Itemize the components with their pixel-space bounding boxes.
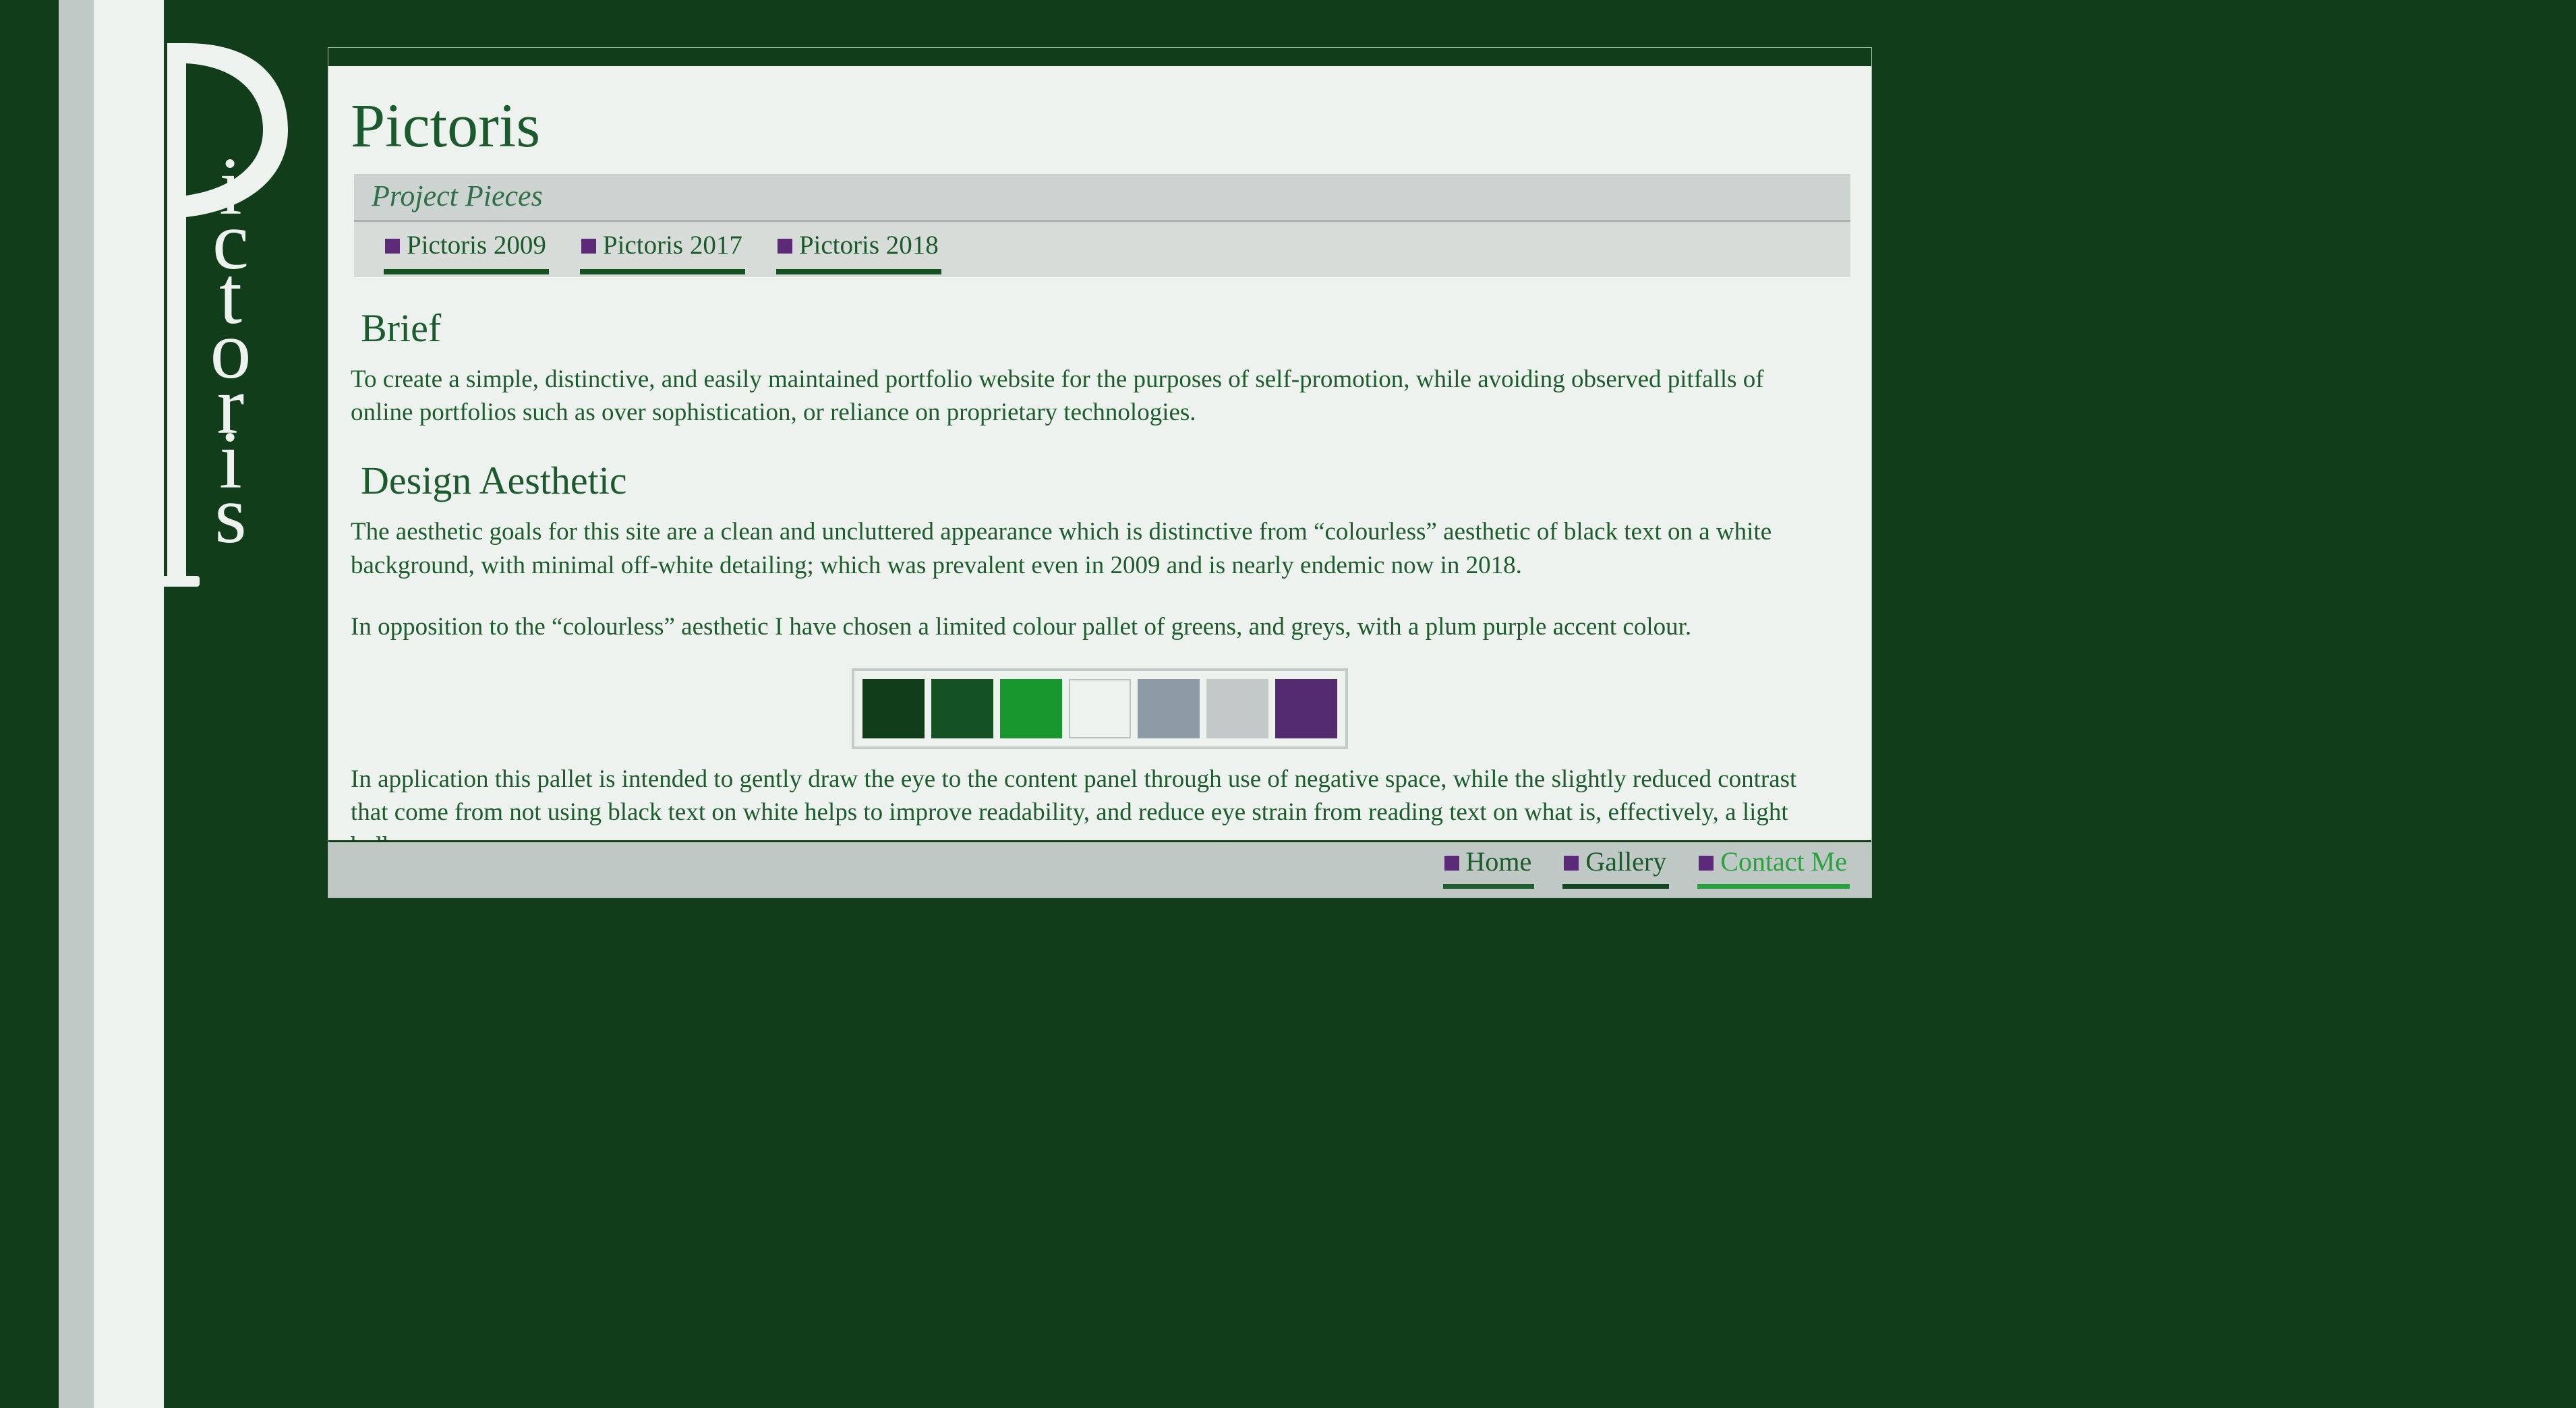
page-title: Pictoris bbox=[351, 94, 1871, 156]
logo-letter: s bbox=[190, 488, 271, 542]
palette-swatch-dark-green bbox=[931, 679, 993, 738]
project-pieces-nav: Pictoris 2009 Pictoris 2017 Pictoris 2018 bbox=[354, 222, 1850, 277]
project-link-label: Pictoris 2018 bbox=[799, 231, 939, 260]
footer-link-gallery[interactable]: Gallery bbox=[1562, 847, 1669, 889]
square-bullet-icon bbox=[581, 239, 596, 254]
project-link-pictoris-2009[interactable]: Pictoris 2009 bbox=[384, 230, 549, 274]
square-bullet-icon bbox=[1564, 856, 1579, 871]
project-link-pictoris-2018[interactable]: Pictoris 2018 bbox=[776, 230, 941, 274]
square-bullet-icon bbox=[1444, 856, 1459, 871]
footer-link-label: Home bbox=[1466, 846, 1532, 877]
footer-link-label: Gallery bbox=[1585, 846, 1666, 877]
site-logo: ictoris bbox=[162, 39, 337, 646]
colour-palette bbox=[852, 668, 1348, 749]
brief-paragraph: To create a simple, distinctive, and eas… bbox=[351, 363, 1807, 430]
logo-letters: ictoris bbox=[190, 159, 271, 542]
palette-swatch-bright-green bbox=[1000, 679, 1062, 738]
design-paragraph-1: The aesthetic goals for this site are a … bbox=[351, 515, 1807, 582]
content-panel: Pictoris Project Pieces Pictoris 2009Pic… bbox=[328, 47, 1872, 898]
project-link-label: Pictoris 2009 bbox=[407, 231, 546, 260]
footer-link-home[interactable]: Home bbox=[1443, 847, 1535, 889]
project-pieces-label: Project Pieces bbox=[354, 174, 1850, 220]
brief-heading: Brief bbox=[361, 308, 1871, 349]
square-bullet-icon bbox=[385, 239, 400, 254]
footer-link-label: Contact Me bbox=[1720, 846, 1847, 877]
design-paragraph-2: In opposition to the “colourless” aesthe… bbox=[351, 610, 1807, 644]
design-aesthetic-heading: Design Aesthetic bbox=[361, 461, 1871, 502]
left-grey-stripe bbox=[59, 0, 94, 1408]
palette-swatch-off-white bbox=[1069, 679, 1131, 738]
footer-link-contact-me[interactable]: Contact Me bbox=[1697, 847, 1850, 889]
project-pieces-widget: Project Pieces Pictoris 2009 Pictoris 201… bbox=[354, 174, 1850, 277]
footer-nav: Home Gallery Contact Me bbox=[328, 840, 1871, 898]
palette-swatch-very-dark-green bbox=[862, 679, 925, 738]
square-bullet-icon bbox=[1699, 856, 1714, 871]
project-link-label: Pictoris 2017 bbox=[603, 231, 742, 260]
left-offwhite-stripe bbox=[94, 0, 164, 1408]
project-link-pictoris-2017[interactable]: Pictoris 2017 bbox=[580, 230, 745, 274]
palette-swatch-plum-purple bbox=[1275, 679, 1337, 738]
palette-swatch-blue-grey bbox=[1138, 679, 1200, 738]
palette-swatch-light-grey bbox=[1206, 679, 1268, 738]
panel-top-strip bbox=[328, 48, 1871, 66]
square-bullet-icon bbox=[778, 239, 792, 254]
